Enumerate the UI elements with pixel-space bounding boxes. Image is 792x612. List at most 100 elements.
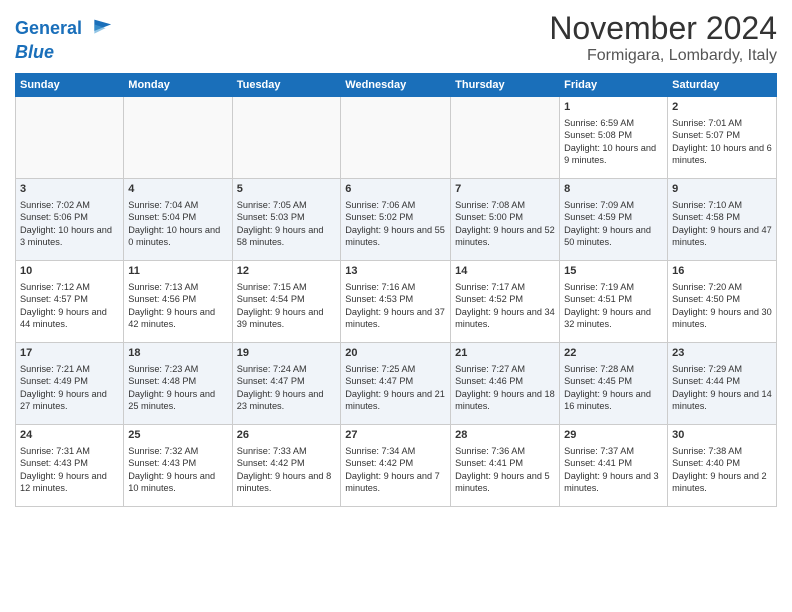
- day-info: Sunrise: 7:05 AM Sunset: 5:03 PM Dayligh…: [237, 199, 337, 249]
- day-number: 2: [672, 100, 772, 115]
- day-number: 26: [237, 428, 337, 443]
- day-info: Sunrise: 7:04 AM Sunset: 5:04 PM Dayligh…: [128, 199, 227, 249]
- calendar-day-cell: 17 Sunrise: 7:21 AM Sunset: 4:49 PM Dayli…: [16, 343, 124, 425]
- day-number: 1: [564, 100, 663, 115]
- day-number: 29: [564, 428, 663, 443]
- header-sunday: Sunday: [16, 74, 124, 97]
- page-container: General Blue November 2024 Formigara, Lo…: [0, 0, 792, 517]
- calendar-day-cell: 20 Sunrise: 7:25 AM Sunset: 4:47 PM Dayli…: [341, 343, 451, 425]
- day-number: 12: [237, 264, 337, 279]
- day-number: 4: [128, 182, 227, 197]
- day-info: Sunrise: 7:25 AM Sunset: 4:47 PM Dayligh…: [345, 363, 446, 413]
- day-number: 22: [564, 346, 663, 361]
- logo-icon: [85, 15, 113, 43]
- calendar-day-cell: 29 Sunrise: 7:37 AM Sunset: 4:41 PM Dayli…: [560, 425, 668, 507]
- day-info: Sunrise: 6:59 AM Sunset: 5:08 PM Dayligh…: [564, 117, 663, 167]
- day-info: Sunrise: 7:10 AM Sunset: 4:58 PM Dayligh…: [672, 199, 772, 249]
- calendar-day-cell: 27Sunrise: 7:34 AM Sunset: 4:42 PM Dayli…: [341, 425, 451, 507]
- day-info: Sunrise: 7:09 AM Sunset: 4:59 PM Dayligh…: [564, 199, 663, 249]
- day-number: 9: [672, 182, 772, 197]
- day-info: Sunrise: 7:12 AM Sunset: 4:57 PM Dayligh…: [20, 281, 119, 331]
- calendar-day-cell: 23 Sunrise: 7:29 AM Sunset: 4:44 PM Dayli…: [668, 343, 777, 425]
- day-number: 16: [672, 264, 772, 279]
- calendar-day-cell: 11 Sunrise: 7:13 AM Sunset: 4:56 PM Dayli…: [124, 261, 232, 343]
- day-number: 28: [455, 428, 555, 443]
- month-title: November 2024: [549, 10, 777, 47]
- title-block: November 2024 Formigara, Lombardy, Italy: [549, 10, 777, 65]
- day-info: Sunrise: 7:02 AM Sunset: 5:06 PM Dayligh…: [20, 199, 119, 249]
- day-number: 23: [672, 346, 772, 361]
- calendar-day-cell: 8Sunrise: 7:09 AM Sunset: 4:59 PM Daylig…: [560, 179, 668, 261]
- calendar-header-row: Sunday Monday Tuesday Wednesday Thursday…: [16, 74, 777, 97]
- day-number: 7: [455, 182, 555, 197]
- day-info: Sunrise: 7:19 AM Sunset: 4:51 PM Dayligh…: [564, 281, 663, 331]
- calendar-day-cell: 1 Sunrise: 6:59 AM Sunset: 5:08 PM Daylig…: [560, 97, 668, 179]
- day-info: Sunrise: 7:20 AM Sunset: 4:50 PM Dayligh…: [672, 281, 772, 331]
- calendar-day-cell: 24 Sunrise: 7:31 AM Sunset: 4:43 PM Dayli…: [16, 425, 124, 507]
- day-info: Sunrise: 7:32 AM Sunset: 4:43 PM Dayligh…: [128, 445, 227, 495]
- header-tuesday: Tuesday: [232, 74, 341, 97]
- day-info: Sunrise: 7:29 AM Sunset: 4:44 PM Dayligh…: [672, 363, 772, 413]
- calendar-day-cell: 5 Sunrise: 7:05 AM Sunset: 5:03 PM Daylig…: [232, 179, 341, 261]
- calendar-day-cell: 16 Sunrise: 7:20 AM Sunset: 4:50 PM Dayli…: [668, 261, 777, 343]
- header: General Blue November 2024 Formigara, Lo…: [15, 10, 777, 65]
- calendar-table: Sunday Monday Tuesday Wednesday Thursday…: [15, 73, 777, 507]
- calendar-day-cell: 4 Sunrise: 7:04 AM Sunset: 5:04 PM Daylig…: [124, 179, 232, 261]
- day-info: Sunrise: 7:31 AM Sunset: 4:43 PM Dayligh…: [20, 445, 119, 495]
- header-thursday: Thursday: [451, 74, 560, 97]
- day-number: 6: [345, 182, 446, 197]
- day-info: Sunrise: 7:24 AM Sunset: 4:47 PM Dayligh…: [237, 363, 337, 413]
- calendar-week-row: 1 Sunrise: 6:59 AM Sunset: 5:08 PM Daylig…: [16, 97, 777, 179]
- logo: General Blue: [15, 15, 113, 63]
- calendar-week-row: 24 Sunrise: 7:31 AM Sunset: 4:43 PM Dayli…: [16, 425, 777, 507]
- calendar-day-cell: 28 Sunrise: 7:36 AM Sunset: 4:41 PM Dayli…: [451, 425, 560, 507]
- calendar-day-cell: 15 Sunrise: 7:19 AM Sunset: 4:51 PM Dayli…: [560, 261, 668, 343]
- day-info: Sunrise: 7:28 AM Sunset: 4:45 PM Dayligh…: [564, 363, 663, 413]
- day-info: Sunrise: 7:33 AM Sunset: 4:42 PM Dayligh…: [237, 445, 337, 495]
- day-info: Sunrise: 7:21 AM Sunset: 4:49 PM Dayligh…: [20, 363, 119, 413]
- day-number: 24: [20, 428, 119, 443]
- day-info: Sunrise: 7:16 AM Sunset: 4:53 PM Dayligh…: [345, 281, 446, 331]
- calendar-week-row: 10 Sunrise: 7:12 AM Sunset: 4:57 PM Dayli…: [16, 261, 777, 343]
- location-subtitle: Formigara, Lombardy, Italy: [549, 47, 777, 65]
- day-number: 13: [345, 264, 446, 279]
- day-number: 3: [20, 182, 119, 197]
- calendar-day-cell: 19Sunrise: 7:24 AM Sunset: 4:47 PM Dayli…: [232, 343, 341, 425]
- day-number: 10: [20, 264, 119, 279]
- logo-text: General: [15, 19, 82, 39]
- calendar-day-cell: [232, 97, 341, 179]
- day-number: 20: [345, 346, 446, 361]
- day-info: Sunrise: 7:37 AM Sunset: 4:41 PM Dayligh…: [564, 445, 663, 495]
- calendar-day-cell: 12Sunrise: 7:15 AM Sunset: 4:54 PM Dayli…: [232, 261, 341, 343]
- day-number: 15: [564, 264, 663, 279]
- day-number: 18: [128, 346, 227, 361]
- calendar-day-cell: 25 Sunrise: 7:32 AM Sunset: 4:43 PM Dayli…: [124, 425, 232, 507]
- calendar-day-cell: 3 Sunrise: 7:02 AM Sunset: 5:06 PM Daylig…: [16, 179, 124, 261]
- day-number: 30: [672, 428, 772, 443]
- day-number: 14: [455, 264, 555, 279]
- calendar-day-cell: 26 Sunrise: 7:33 AM Sunset: 4:42 PM Dayli…: [232, 425, 341, 507]
- day-number: 27: [345, 428, 446, 443]
- calendar-day-cell: 21Sunrise: 7:27 AM Sunset: 4:46 PM Dayli…: [451, 343, 560, 425]
- day-number: 17: [20, 346, 119, 361]
- header-wednesday: Wednesday: [341, 74, 451, 97]
- calendar-day-cell: [124, 97, 232, 179]
- calendar-day-cell: 9 Sunrise: 7:10 AM Sunset: 4:58 PM Daylig…: [668, 179, 777, 261]
- calendar-week-row: 3 Sunrise: 7:02 AM Sunset: 5:06 PM Daylig…: [16, 179, 777, 261]
- calendar-day-cell: 30Sunrise: 7:38 AM Sunset: 4:40 PM Dayli…: [668, 425, 777, 507]
- calendar-day-cell: [451, 97, 560, 179]
- day-info: Sunrise: 7:36 AM Sunset: 4:41 PM Dayligh…: [455, 445, 555, 495]
- day-info: Sunrise: 7:08 AM Sunset: 5:00 PM Dayligh…: [455, 199, 555, 249]
- header-friday: Friday: [560, 74, 668, 97]
- day-info: Sunrise: 7:13 AM Sunset: 4:56 PM Dayligh…: [128, 281, 227, 331]
- calendar-day-cell: 18Sunrise: 7:23 AM Sunset: 4:48 PM Dayli…: [124, 343, 232, 425]
- day-number: 5: [237, 182, 337, 197]
- header-saturday: Saturday: [668, 74, 777, 97]
- calendar-day-cell: 6Sunrise: 7:06 AM Sunset: 5:02 PM Daylig…: [341, 179, 451, 261]
- day-info: Sunrise: 7:01 AM Sunset: 5:07 PM Dayligh…: [672, 117, 772, 167]
- day-number: 25: [128, 428, 227, 443]
- calendar-day-cell: [16, 97, 124, 179]
- day-number: 21: [455, 346, 555, 361]
- day-number: 11: [128, 264, 227, 279]
- calendar-day-cell: 10 Sunrise: 7:12 AM Sunset: 4:57 PM Dayli…: [16, 261, 124, 343]
